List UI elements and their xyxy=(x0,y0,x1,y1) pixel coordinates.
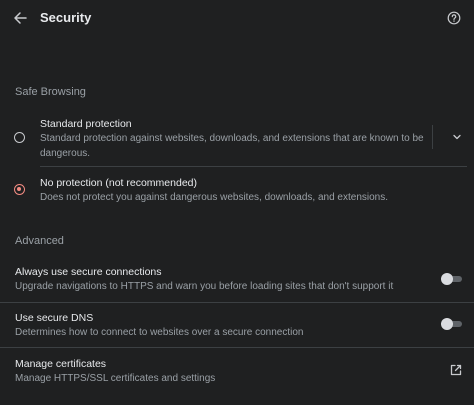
divider xyxy=(40,166,467,167)
option-title: Standard protection xyxy=(40,118,132,130)
setting-title-manage-certificates: Manage certificates xyxy=(15,358,107,370)
safe-browsing-heading: Safe Browsing xyxy=(15,86,86,98)
security-settings-page: Security Safe Browsing Standard protecti… xyxy=(0,0,474,405)
back-button[interactable] xyxy=(8,6,32,30)
help-button[interactable] xyxy=(442,6,466,30)
chevron-down-icon xyxy=(453,134,461,140)
setting-description-manage-certificates: Manage HTTPS/SSL certificates and settin… xyxy=(15,373,216,384)
toggle-secure-connections[interactable] xyxy=(441,273,463,285)
radio-option-standard-protection[interactable]: Standard protection Standard protection … xyxy=(0,112,474,164)
page-title: Security xyxy=(40,10,92,25)
option-title: No protection (not recommended) xyxy=(40,177,197,189)
page-header: Security xyxy=(0,0,474,36)
setting-title-secure-dns: Use secure DNS xyxy=(15,312,94,324)
radio-button-unselected[interactable] xyxy=(14,132,25,143)
divider-vertical xyxy=(432,125,433,149)
arrow-left-icon xyxy=(14,12,27,24)
setting-description-secure-dns: Determines how to connect to websites ov… xyxy=(15,327,304,338)
expand-button[interactable] xyxy=(449,129,465,145)
divider xyxy=(0,347,474,348)
toggle-knob xyxy=(441,273,453,285)
setting-title-secure-connections: Always use secure connections xyxy=(15,266,162,278)
radio-option-no-protection[interactable]: No protection (not recommended) Does not… xyxy=(0,172,474,206)
toggle-knob xyxy=(441,318,453,330)
setting-description-secure-connections: Upgrade navigations to HTTPS and warn yo… xyxy=(15,281,394,292)
option-description: Does not protect you against dangerous w… xyxy=(40,192,388,203)
radio-button-selected[interactable] xyxy=(14,184,25,195)
divider xyxy=(0,302,474,303)
help-circle-icon xyxy=(447,11,461,25)
toggle-secure-dns[interactable] xyxy=(441,318,463,330)
manage-certificates-link[interactable] xyxy=(449,363,463,377)
option-description: Standard protection against websites, do… xyxy=(40,133,424,159)
advanced-heading: Advanced xyxy=(15,235,64,247)
external-link-icon xyxy=(450,364,462,376)
